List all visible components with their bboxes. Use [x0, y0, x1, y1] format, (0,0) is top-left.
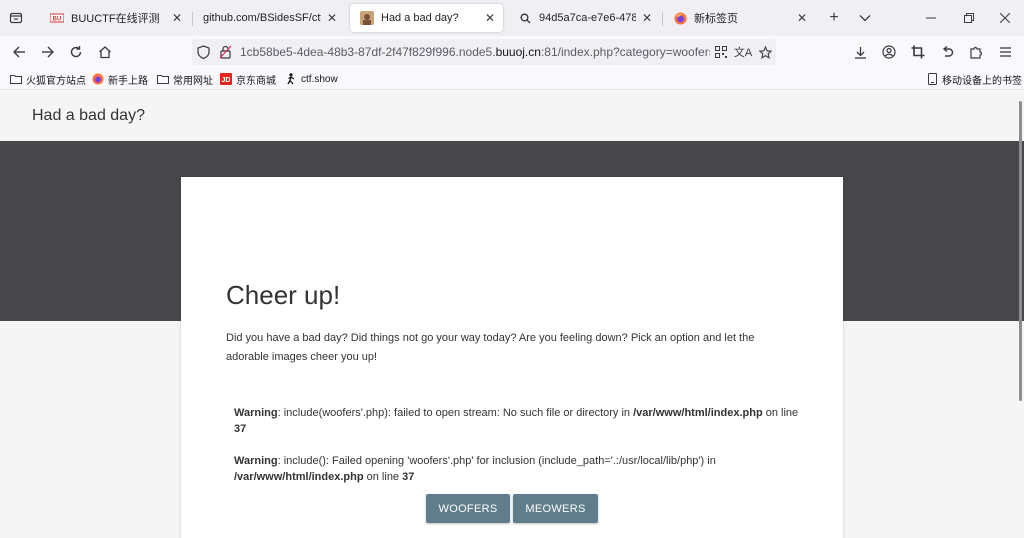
ctfshow-runner-icon	[285, 73, 297, 85]
tab-title: BUUCTF在线评测	[71, 13, 160, 25]
tab-title: 94d5a7ca-e7e6-478a-b	[539, 12, 636, 24]
bookmark-label: 京东商城	[236, 75, 276, 87]
translate-icon[interactable]: 文A	[732, 44, 754, 60]
warning-mid: on line	[363, 471, 403, 483]
firefox-icon	[92, 73, 104, 85]
tab-new-tab-page[interactable]: 新标签页 ✕	[663, 4, 815, 32]
close-tab-icon[interactable]: ✕	[325, 11, 339, 25]
minimize-icon[interactable]	[912, 0, 950, 36]
bookmark-label: 火狐官方站点	[26, 75, 86, 87]
downloads-icon[interactable]	[847, 39, 873, 65]
shield-icon[interactable]	[192, 45, 214, 59]
crop-screenshot-icon[interactable]	[905, 39, 931, 65]
tab-github[interactable]: github.com/BSidesSF/ctf-20 ✕	[193, 4, 345, 32]
new-tab-button[interactable]: +	[820, 4, 848, 32]
mobile-device-icon	[926, 73, 938, 85]
page-heading: Cheer up!	[226, 280, 341, 310]
url-suffix: :81/index.php?category=woofers	[540, 45, 710, 59]
close-tab-icon[interactable]: ✕	[640, 11, 654, 25]
undo-arrow-icon[interactable]	[934, 39, 960, 65]
jd-logo-icon: JD	[220, 73, 232, 85]
bookmark-jd-mall[interactable]: JD 京东商城	[220, 71, 276, 87]
warning-mid: on line	[762, 407, 799, 419]
tab-title: github.com/BSidesSF/ctf-20	[203, 12, 321, 24]
url-text[interactable]: 1cb58be5-4dea-48b3-87df-2f47f829f996.nod…	[240, 45, 710, 59]
bookmark-ctfshow[interactable]: ctf.show	[285, 71, 338, 87]
warning-line: 37	[402, 471, 415, 483]
reload-icon[interactable]	[63, 39, 89, 65]
svg-text:JD: JD	[222, 77, 231, 84]
hamburger-menu-icon[interactable]	[992, 39, 1018, 65]
warning-label: Warning	[234, 455, 278, 467]
bookmark-common-sites[interactable]: 常用网址	[157, 71, 213, 87]
tab-had-a-bad-day[interactable]: Had a bad day? ✕	[350, 4, 503, 32]
meowers-button[interactable]: MEOWERS	[513, 494, 598, 523]
extensions-puzzle-icon[interactable]	[963, 39, 989, 65]
firefox-icon	[673, 11, 687, 25]
bookmark-label: ctf.show	[301, 73, 338, 85]
url-domain: buuoj.cn	[495, 45, 541, 59]
back-arrow-icon[interactable]	[6, 39, 32, 65]
insecure-lock-icon[interactable]	[214, 45, 236, 59]
restore-icon[interactable]	[950, 0, 988, 36]
url-prefix: 1cb58be5-4dea-48b3-87df-2f47f829f996.nod…	[240, 45, 496, 59]
warning-line: 37	[234, 423, 247, 435]
mobile-bookmarks-label: 移动设备上的书签	[942, 75, 1022, 87]
account-icon[interactable]	[876, 39, 902, 65]
site-favicon-icon	[360, 11, 374, 25]
bookmark-getting-started[interactable]: 新手上路	[92, 71, 148, 87]
php-warning: Warning: include(): Failed opening 'woof…	[234, 453, 809, 485]
page-scrollbar[interactable]	[1019, 101, 1022, 401]
bookmarks-toolbar: 火狐官方站点 新手上路 常用网址 JD 京东商城 ctf.show 移动设备上的…	[0, 68, 1024, 90]
svg-text:BU: BU	[53, 17, 62, 23]
tab-title: 新标签页	[694, 13, 738, 25]
tab-title: Had a bad day?	[381, 12, 459, 24]
bookmark-firefox-official[interactable]: 火狐官方站点	[10, 71, 86, 87]
site-title[interactable]: Had a bad day?	[32, 107, 145, 125]
warning-text: : include(): Failed opening 'woofers'.ph…	[277, 455, 716, 467]
page-viewport: Had a bad day? Cheer up! Did you have a …	[0, 91, 1024, 538]
warning-path: /var/www/html/index.php	[234, 471, 364, 483]
content-card: Cheer up! Did you have a bad day? Did th…	[181, 177, 843, 538]
warning-path: /var/www/html/index.php	[633, 407, 763, 419]
site-header: Had a bad day?	[0, 91, 1024, 141]
folder-icon	[157, 73, 169, 85]
tab-bar: BU BUUCTF在线评测 ✕ github.com/BSidesSF/ctf-…	[0, 0, 1024, 36]
bookmark-star-icon[interactable]	[754, 45, 776, 59]
home-icon[interactable]	[92, 39, 118, 65]
tab-menu-chevron-down-icon[interactable]	[851, 4, 879, 32]
navigation-toolbar: 1cb58be5-4dea-48b3-87df-2f47f829f996.nod…	[0, 36, 1024, 68]
address-bar[interactable]: 1cb58be5-4dea-48b3-87df-2f47f829f996.nod…	[192, 39, 776, 65]
tab-buuctf[interactable]: BU BUUCTF在线评测 ✕	[40, 4, 190, 32]
close-tab-icon[interactable]: ✕	[795, 11, 809, 25]
search-icon	[518, 11, 532, 25]
bookmark-label: 常用网址	[173, 75, 213, 87]
warning-label: Warning	[234, 407, 278, 419]
warning-text: : include(woofers'.php): failed to open …	[277, 407, 634, 419]
list-all-tabs-icon[interactable]	[0, 0, 32, 36]
close-tab-icon[interactable]: ✕	[483, 11, 497, 25]
forward-arrow-icon[interactable]	[35, 39, 61, 65]
qr-code-icon[interactable]	[710, 46, 732, 58]
window-close-icon[interactable]	[986, 0, 1024, 36]
close-tab-icon[interactable]: ✕	[170, 11, 184, 25]
bookmark-label: 新手上路	[108, 75, 148, 87]
buuctf-favicon-icon: BU	[50, 11, 64, 25]
intro-text: Did you have a bad day? Did things not g…	[226, 332, 755, 363]
folder-icon	[10, 73, 22, 85]
php-warning: Warning: include(woofers'.php): failed t…	[234, 405, 809, 437]
tab-search[interactable]: 94d5a7ca-e7e6-478a-b ✕	[508, 4, 660, 32]
woofers-button[interactable]: WOOFERS	[426, 494, 510, 523]
mobile-bookmarks[interactable]: 移动设备上的书签	[926, 71, 1022, 87]
